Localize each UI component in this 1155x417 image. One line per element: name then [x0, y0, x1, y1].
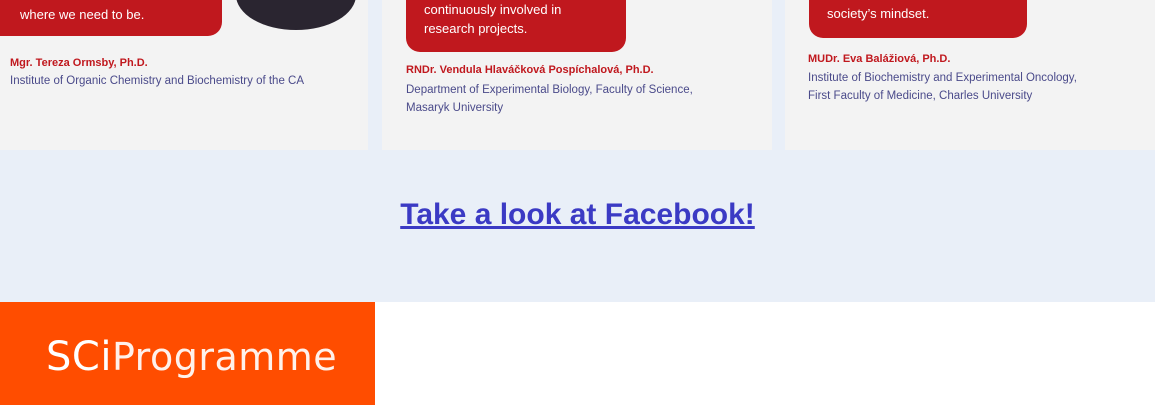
- testimonial-cards-section: where we need to be. Mgr. Tereza Ormsby,…: [0, 0, 1155, 150]
- affiliation-line: Masaryk University: [406, 102, 504, 114]
- affiliation-line: First Faculty of Medicine, Charles Unive…: [808, 90, 1033, 102]
- logo-sci-text: SCi: [46, 334, 112, 380]
- affiliation-line: Institute of Biochemistry and Experiment…: [808, 72, 1077, 84]
- facebook-cta-band: Take a look at Facebook!: [0, 150, 1155, 302]
- sciprogramme-logo: SCiProgramme: [46, 334, 337, 380]
- person-affiliation: Department of Experimental Biology, Facu…: [406, 81, 693, 117]
- quote-box: continuously involved in research projec…: [406, 0, 626, 52]
- quote-text: society’s mindset.: [827, 6, 930, 21]
- person-name: Mgr. Tereza Ormsby, Ph.D.: [10, 57, 148, 69]
- person-photo: [236, 0, 356, 30]
- quote-text: continuously involved in: [424, 2, 562, 17]
- person-affiliation: Institute of Organic Chemistry and Bioch…: [10, 72, 304, 90]
- facebook-link[interactable]: Take a look at Facebook!: [0, 198, 1155, 232]
- logo-programme-text: Programme: [111, 335, 338, 379]
- affiliation-line: Institute of Organic Chemistry and Bioch…: [10, 75, 305, 87]
- person-affiliation: Institute of Biochemistry and Experiment…: [808, 69, 1077, 105]
- quote-text: research projects.: [424, 21, 528, 36]
- testimonial-card: where we need to be. Mgr. Tereza Ormsby,…: [0, 0, 368, 150]
- person-name: RNDr. Vendula Hlaváčková Pospíchalová, P…: [406, 64, 654, 76]
- affiliation-line: Department of Experimental Biology, Facu…: [406, 84, 693, 96]
- quote-box: where we need to be.: [0, 0, 222, 36]
- testimonial-card: continuously involved in research projec…: [382, 0, 772, 150]
- quote-box: society’s mindset.: [809, 0, 1027, 38]
- testimonial-card: society’s mindset. MUDr. Eva Balážiová, …: [785, 0, 1155, 150]
- quote-text: where we need to be.: [20, 7, 145, 22]
- sciprogramme-logo-box[interactable]: SCiProgramme: [0, 302, 375, 405]
- person-name: MUDr. Eva Balážiová, Ph.D.: [808, 53, 951, 65]
